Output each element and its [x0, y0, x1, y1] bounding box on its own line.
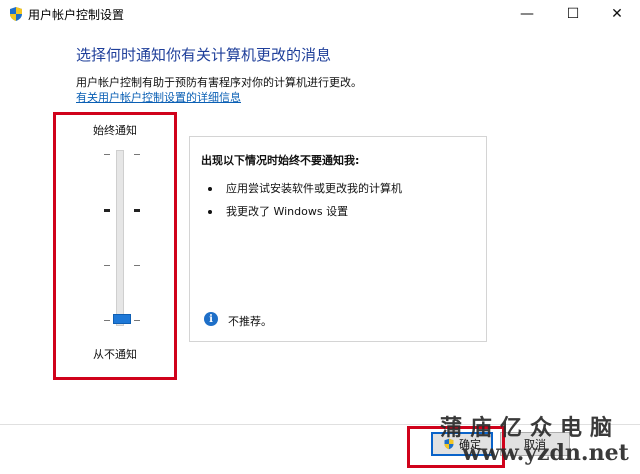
window-title: 用户帐户控制设置	[28, 8, 125, 22]
slider-tick	[104, 265, 110, 266]
bullet-dot	[208, 210, 212, 214]
bullet-dot	[208, 187, 212, 191]
slider-tick	[134, 265, 140, 266]
minimize-button[interactable]: —	[504, 0, 550, 28]
watermark-brand: 蒲庙亿众电脑	[440, 415, 621, 441]
notification-slider-track[interactable]	[116, 150, 124, 326]
recommendation-note: 不推荐。	[228, 315, 272, 328]
slider-highlight-frame	[53, 112, 177, 380]
slider-tick	[104, 320, 110, 321]
uac-settings-window: 用户帐户控制设置 — ☐ ✕ 选择何时通知你有关计算机更改的消息 用户帐户控制有…	[0, 0, 640, 474]
slider-tick	[104, 209, 110, 212]
list-item: 我更改了 Windows 设置	[208, 203, 348, 219]
slider-bottom-label: 从不通知	[93, 348, 137, 361]
maximize-button[interactable]: ☐	[550, 0, 596, 28]
page-heading: 选择何时通知你有关计算机更改的消息	[76, 46, 332, 64]
notification-slider-thumb[interactable]	[113, 314, 131, 324]
slider-tick	[134, 154, 140, 155]
title-bar: 用户帐户控制设置 — ☐ ✕	[0, 0, 640, 28]
slider-tick	[134, 209, 140, 212]
watermark-url: www.yzdn.net	[462, 440, 629, 466]
info-icon: i	[204, 312, 218, 326]
uac-shield-icon	[10, 7, 22, 21]
list-item: 应用尝试安装软件或更改我的计算机	[208, 180, 402, 196]
level-description-title: 出现以下情况时始终不要通知我:	[201, 154, 360, 167]
list-item-text: 我更改了 Windows 设置	[226, 205, 349, 218]
more-info-link[interactable]: 有关用户帐户控制设置的详细信息	[76, 89, 241, 105]
list-item-text: 应用尝试安装软件或更改我的计算机	[226, 182, 402, 195]
close-button[interactable]: ✕	[594, 0, 640, 28]
slider-tick	[134, 320, 140, 321]
slider-top-label: 始终通知	[93, 124, 137, 137]
slider-tick	[104, 154, 110, 155]
page-description: 用户帐户控制有助于预防有害程序对你的计算机进行更改。	[76, 76, 362, 89]
